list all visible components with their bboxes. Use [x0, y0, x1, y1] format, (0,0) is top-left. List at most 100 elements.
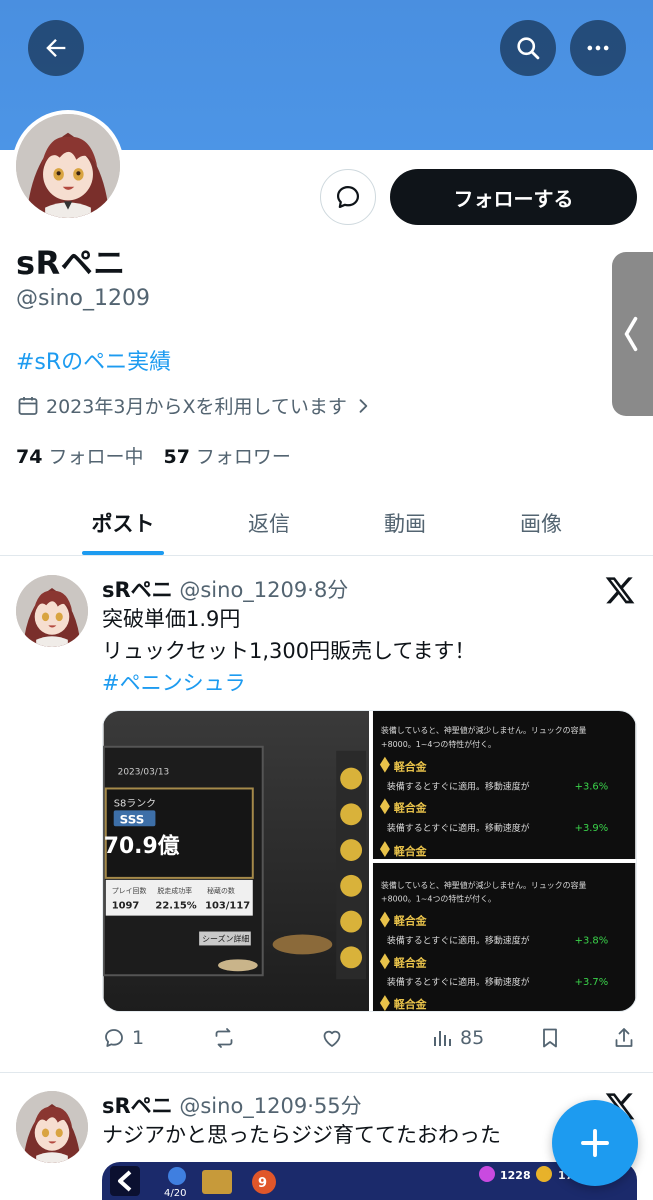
tweet-text: ナジアかと思ったらジジ育ててたおわった	[102, 1123, 501, 1147]
media-effect-value: +3.6%	[575, 781, 609, 792]
more-options-button[interactable]	[570, 20, 626, 76]
following-label: フォロー中	[48, 446, 144, 468]
tweet-media-grid[interactable]: 2023/03/13 S8ランク SSS 70.9億 プレイ回数 脱走成功率 秘…	[102, 710, 637, 1012]
reply-action[interactable]: 1	[102, 1026, 144, 1050]
back-button[interactable]	[28, 20, 84, 76]
search-icon	[517, 37, 540, 60]
follow-stats: 74 フォロー中 57 フォロワー	[16, 442, 291, 469]
plus-icon	[581, 1129, 609, 1157]
compose-button[interactable]	[552, 1100, 638, 1186]
tab-replies[interactable]: 返信	[196, 490, 342, 556]
avatar-image	[16, 575, 88, 647]
arrow-left-icon	[46, 39, 66, 57]
media-desc-line-1: 装備していると、神聖値が減少しません。リュックの容量	[381, 880, 587, 890]
profile-handle: @sino_1209	[16, 286, 150, 311]
share-icon	[615, 1028, 633, 1047]
media-value: 70.9億	[104, 833, 180, 859]
tweet-author-name[interactable]: sRペニ	[102, 578, 173, 602]
media-effect-text: 装備するとすぐに適用。移動速度が	[387, 976, 530, 988]
tweet-header: sRペニ @sino_1209·8分	[102, 574, 348, 604]
media-rank-label: S8ランク	[114, 797, 156, 809]
tweet-author-name[interactable]: sRペニ	[102, 1094, 173, 1118]
media-effect-value: +3.7%	[575, 977, 609, 988]
repost-icon	[215, 1028, 233, 1048]
bookmark-action[interactable]	[538, 1026, 562, 1050]
message-bubble-icon	[336, 185, 360, 209]
chevron-left-icon	[624, 316, 638, 352]
media-desc-line-2: +8000。1~4つの特性が付く。	[381, 894, 496, 904]
tweet-text-line-1: 突破単価1.9円	[102, 607, 241, 631]
tweet-time[interactable]: 55分	[314, 1094, 362, 1118]
followers-stat[interactable]: 57 フォロワー	[163, 442, 290, 469]
following-stat[interactable]: 74 フォロー中	[16, 442, 143, 469]
tweet-time[interactable]: 8分	[314, 578, 348, 602]
media-gems: 1228	[500, 1169, 531, 1182]
media-effect-text: 装備するとすぐに適用。移動速度が	[387, 822, 530, 834]
tweet-header: sRペニ @sino_1209·55分	[102, 1090, 362, 1120]
media-item-name: 軽合金	[394, 914, 428, 928]
tweet-media-image: 4/20 9 1228 17	[102, 1162, 637, 1200]
tab-videos[interactable]: 動画	[332, 490, 478, 556]
view-count: 85	[460, 1027, 485, 1049]
media-effect-text: 装備するとすぐに適用。移動速度が	[387, 780, 530, 792]
reply-bubble-icon	[105, 1029, 123, 1047]
profile-avatar[interactable]	[12, 110, 124, 222]
media-effect-value: +3.8%	[575, 935, 609, 946]
message-button[interactable]	[320, 169, 376, 225]
media-stat-value-2: 22.15%	[155, 901, 196, 912]
calendar-icon	[18, 396, 38, 415]
tweet-text-line-2: リュックセット1,300円販売してます！	[102, 639, 476, 663]
media-effect-text: 装備するとすぐに適用。移動速度が	[387, 934, 530, 946]
tweet-author-handle[interactable]: @sino_1209	[179, 578, 307, 602]
media-badge: 9	[258, 1176, 267, 1191]
tweet-divider	[0, 1072, 653, 1073]
media-stat-label-3: 秘蔵の数	[207, 886, 235, 895]
search-button[interactable]	[500, 20, 556, 76]
tweet-actions: 1 85	[102, 1026, 637, 1056]
following-count: 74	[16, 446, 43, 468]
tweet-media[interactable]: 4/20 9 1228 17	[102, 1162, 637, 1200]
like-action[interactable]	[320, 1026, 344, 1050]
media-rank: SSS	[120, 812, 145, 826]
media-stat-value-3: 103/117	[205, 901, 250, 912]
chevron-right-icon	[359, 398, 368, 413]
reply-count: 1	[132, 1027, 145, 1049]
media-item-name: 軽合金	[394, 955, 428, 969]
tweet-hashtag[interactable]: #ペニンシュラ	[102, 667, 246, 700]
views-action[interactable]: 85	[430, 1026, 484, 1050]
dot-separator: ·	[307, 1094, 314, 1118]
media-season-button: シーズン詳細	[202, 933, 249, 943]
x-logo-icon	[605, 577, 635, 604]
media-desc-line-2: +8000。1~4つの特性が付く。	[381, 739, 496, 749]
tweet-avatar[interactable]	[16, 575, 88, 647]
media-stat-label-1: プレイ回数	[112, 886, 147, 895]
heart-icon	[323, 1030, 341, 1047]
profile-tabs: ポスト 返信 動画 画像	[0, 490, 653, 556]
active-tab-indicator	[82, 551, 164, 555]
views-chart-icon	[434, 1031, 451, 1046]
joined-text: 2023年3月からXを利用しています	[46, 396, 347, 418]
share-action[interactable]	[612, 1026, 636, 1050]
media-stat-label-2: 脱走成功率	[157, 886, 192, 895]
followers-label: フォロワー	[195, 446, 291, 468]
tweet-avatar[interactable]	[16, 1091, 88, 1163]
tab-images[interactable]: 画像	[468, 490, 614, 556]
media-item-name: 軽合金	[394, 844, 428, 858]
media-date: 2023/03/13	[118, 768, 170, 778]
tab-posts[interactable]: ポスト	[50, 490, 196, 556]
repost-action[interactable]	[212, 1026, 236, 1050]
media-item-name: 軽合金	[394, 760, 428, 774]
joined-date[interactable]: 2023年3月からXを利用しています	[16, 392, 373, 419]
media-effect-value: +3.9%	[575, 823, 609, 834]
tweet-author-handle[interactable]: @sino_1209	[179, 1094, 307, 1118]
media-level: 4/20	[164, 1188, 186, 1199]
more-dots-icon	[587, 45, 609, 51]
followers-count: 57	[163, 446, 190, 468]
profile-name: sRペニ	[16, 244, 126, 282]
media-desc-line-1: 装備していると、神聖値が減少しません。リュックの容量	[381, 725, 587, 735]
side-panel-handle[interactable]	[612, 252, 653, 416]
avatar-image	[16, 114, 120, 218]
media-item-name: 軽合金	[394, 800, 428, 814]
profile-bio-hashtag[interactable]: #sRのペニ実績	[16, 344, 171, 376]
follow-button[interactable]: フォローする	[390, 169, 637, 225]
